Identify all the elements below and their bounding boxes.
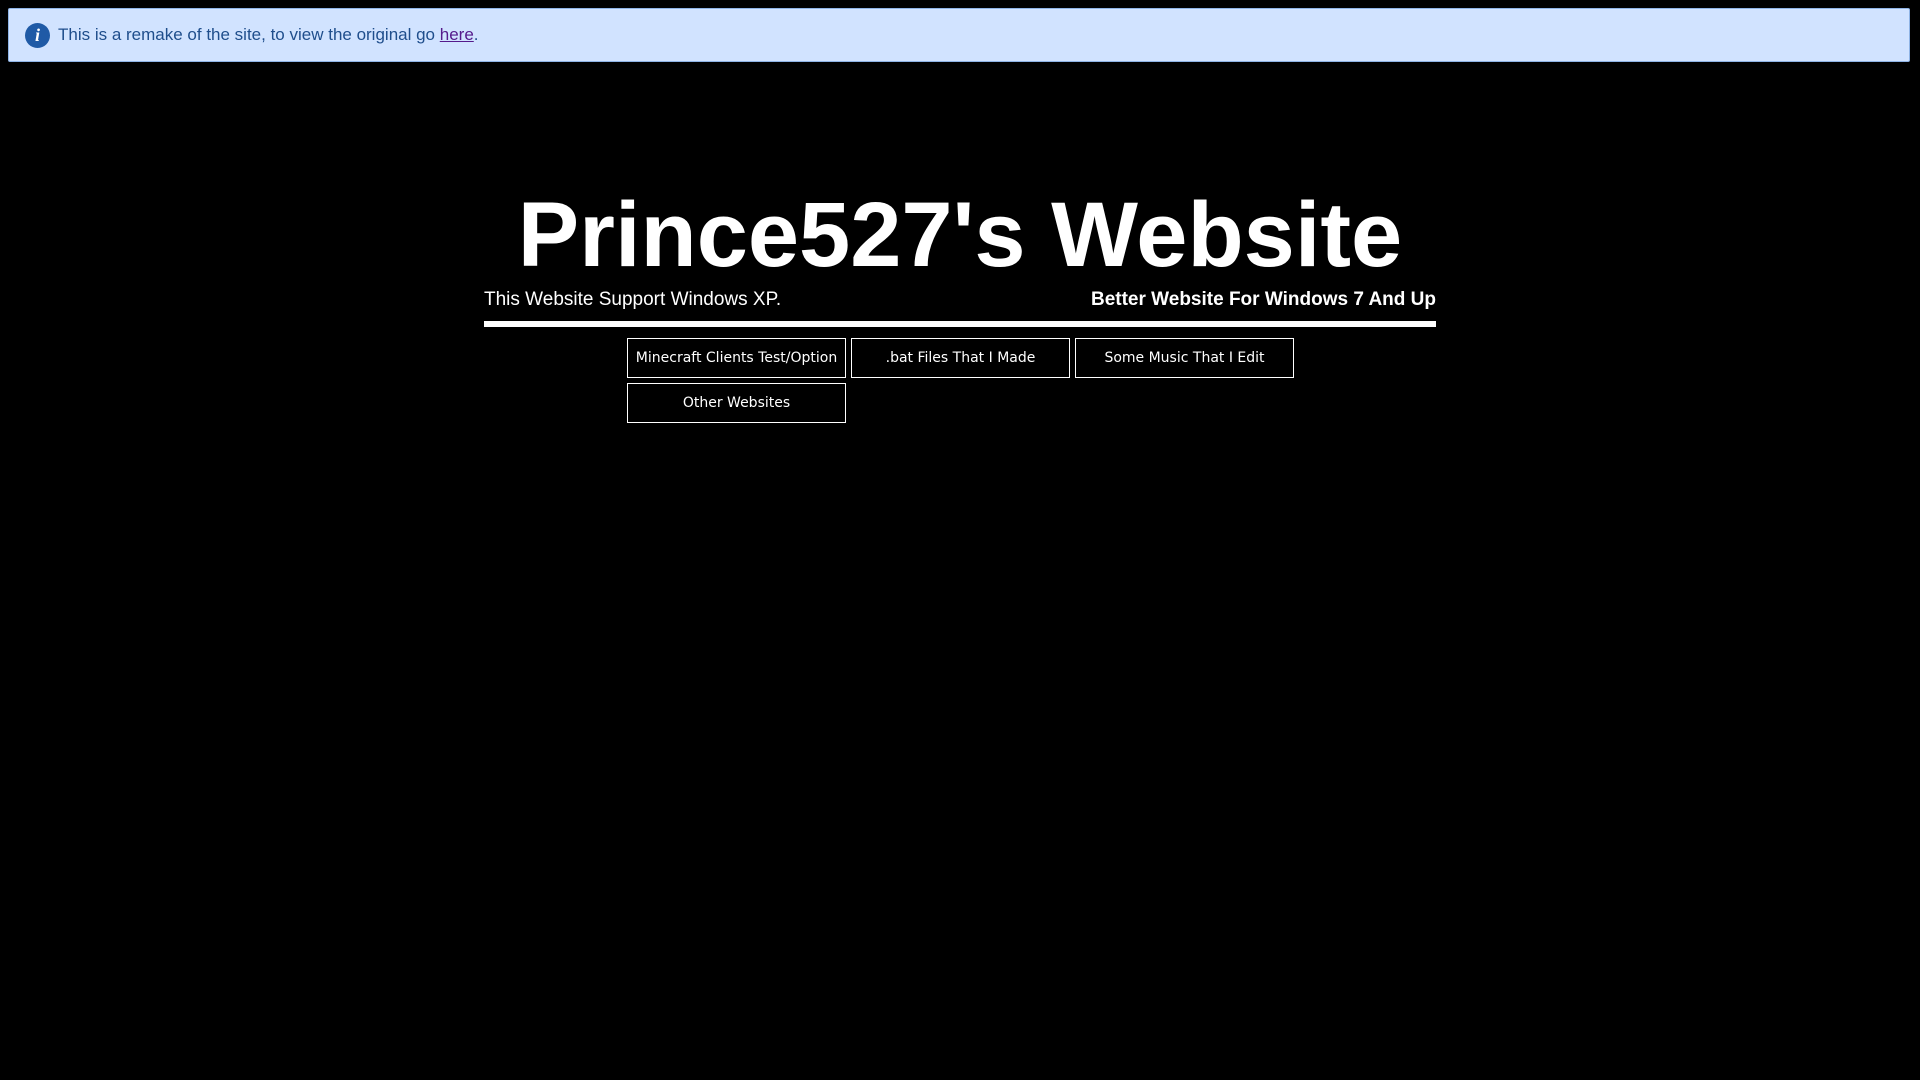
info-banner-text-prefix: This is a remake of the site, to view th… <box>58 25 440 44</box>
info-banner: i This is a remake of the site, to view … <box>8 8 1910 62</box>
site-title: Prince527's Website <box>517 184 1403 286</box>
subtitle-left: This Website Support Windows XP. <box>484 289 782 310</box>
original-site-link[interactable]: here <box>440 25 474 44</box>
info-icon: i <box>25 22 50 48</box>
subtitle-row: This Website Support Windows XP. Better … <box>484 287 1436 313</box>
header-divider <box>484 321 1436 327</box>
bat-files-button[interactable]: .bat Files That I Made <box>851 338 1070 378</box>
info-banner-text-suffix: . <box>473 25 479 44</box>
music-button[interactable]: Some Music That I Edit <box>1075 338 1294 378</box>
other-websites-button[interactable]: Other Websites <box>627 383 846 423</box>
info-banner-text: This is a remake of the site, to view th… <box>58 25 479 45</box>
nav-buttons: Minecraft Clients Test/Option .bat Files… <box>627 338 1297 423</box>
subtitle-right: Better Website For Windows 7 And Up <box>1090 289 1436 310</box>
site-header: Prince527's Website This Website Support… <box>484 185 1436 327</box>
minecraft-clients-button[interactable]: Minecraft Clients Test/Option <box>627 338 846 378</box>
